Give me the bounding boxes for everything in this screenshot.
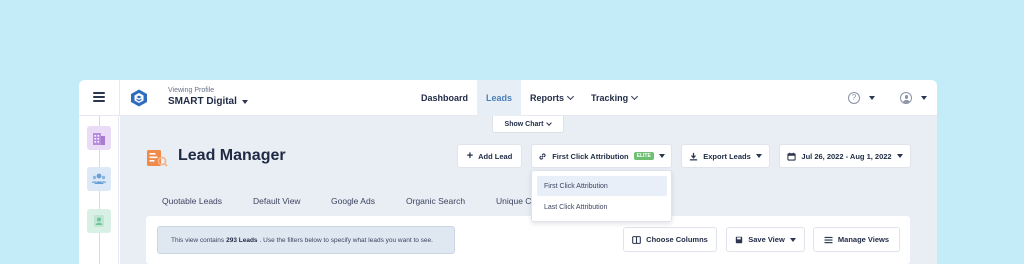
- link-icon: [539, 152, 546, 160]
- building-icon: [93, 133, 105, 145]
- main-nav: Dashboard Leads Reports Tracking: [412, 80, 646, 116]
- add-lead-label: Add Lead: [478, 151, 513, 161]
- users-icon: [91, 173, 107, 184]
- leads-count-notice: This view contains 293 Leads . Use the f…: [157, 226, 455, 254]
- date-range-picker[interactable]: Jul 26, 2022 - Aug 1, 2022: [779, 144, 911, 168]
- page-title: Lead Manager: [178, 147, 286, 164]
- save-icon: [736, 236, 743, 243]
- manage-views-button[interactable]: Manage Views: [813, 227, 900, 252]
- elite-badge: ELITE: [633, 152, 654, 160]
- save-view-button[interactable]: Save View: [726, 227, 805, 252]
- nav-dashboard-label: Dashboard: [421, 93, 469, 103]
- caret-down-icon: [241, 99, 248, 104]
- nav-leads[interactable]: Leads: [477, 80, 522, 116]
- content-panel: This view contains 293 Leads . Use the f…: [146, 216, 910, 264]
- caret-down-icon: [789, 237, 796, 242]
- show-chart-label: Show Chart: [504, 120, 544, 128]
- calendar-icon: [787, 152, 797, 161]
- nav-tracking[interactable]: Tracking: [582, 80, 646, 116]
- caret-down-icon: [896, 154, 903, 158]
- lead-manager-icon: [147, 150, 168, 167]
- choose-columns-label: Choose Columns: [646, 235, 708, 244]
- notice-suffix: . Use the filters below to specify what …: [259, 236, 433, 244]
- tab-default-view[interactable]: Default View: [253, 196, 301, 206]
- plus-icon: +: [466, 150, 474, 162]
- rail-item-contact[interactable]: [87, 209, 111, 233]
- add-lead-button[interactable]: + Add Lead: [457, 144, 522, 168]
- columns-icon: [632, 235, 642, 244]
- chevron-down-icon: [546, 119, 553, 126]
- chevron-down-icon: [567, 92, 575, 101]
- caret-down-icon: [755, 154, 762, 158]
- download-icon: [690, 152, 698, 160]
- chevron-down-icon: [631, 92, 639, 101]
- attribution-dropdown: First Click Attribution Last Click Attri…: [531, 170, 672, 222]
- notice-prefix: This view contains: [171, 236, 225, 244]
- nav-dashboard[interactable]: Dashboard: [412, 80, 477, 116]
- caret-down-icon: [658, 154, 665, 158]
- nav-reports[interactable]: Reports: [521, 80, 582, 116]
- tab-google-ads[interactable]: Google Ads: [331, 196, 375, 206]
- divider: [119, 80, 120, 116]
- profile-name: SMART Digital: [168, 96, 237, 107]
- profile-selector[interactable]: SMART Digital: [168, 96, 248, 107]
- leads-count: 293 Leads: [226, 236, 258, 244]
- logo-icon[interactable]: [130, 89, 148, 107]
- export-leads-label: Export Leads: [703, 151, 751, 161]
- nav-reports-label: Reports: [530, 93, 565, 103]
- contact-card-icon: [94, 215, 104, 227]
- rail-item-building[interactable]: [87, 126, 111, 150]
- export-leads-button[interactable]: Export Leads: [681, 144, 770, 168]
- caret-down-icon[interactable]: [921, 96, 927, 100]
- app-window: Viewing Profile SMART Digital Dashboard …: [79, 80, 937, 264]
- attribution-label: First Click Attribution: [552, 151, 629, 161]
- menu-icon[interactable]: [93, 92, 105, 102]
- top-bar: Viewing Profile SMART Digital Dashboard …: [79, 80, 937, 116]
- user-icon[interactable]: [900, 92, 912, 104]
- help-icon[interactable]: ?: [848, 92, 860, 104]
- profile-label: Viewing Profile: [168, 87, 215, 94]
- tab-quotable-leads[interactable]: Quotable Leads: [162, 196, 222, 206]
- attribution-selector[interactable]: First Click Attribution ELITE: [531, 144, 672, 168]
- list-icon: [824, 236, 833, 243]
- save-view-label: Save View: [748, 235, 785, 244]
- manage-views-label: Manage Views: [837, 235, 890, 244]
- option-first-click[interactable]: First Click Attribution: [537, 176, 667, 196]
- nav-leads-label: Leads: [486, 93, 513, 103]
- tab-organic-search[interactable]: Organic Search: [406, 196, 465, 206]
- rail-item-users[interactable]: [87, 167, 111, 191]
- choose-columns-button[interactable]: Choose Columns: [623, 227, 717, 252]
- left-rail: [79, 116, 119, 264]
- caret-down-icon[interactable]: [869, 96, 875, 100]
- date-range-label: Jul 26, 2022 - Aug 1, 2022: [801, 151, 892, 161]
- option-last-click[interactable]: Last Click Attribution: [537, 197, 667, 217]
- tab-unique[interactable]: Unique C: [496, 196, 531, 206]
- nav-tracking-label: Tracking: [591, 93, 629, 103]
- show-chart-button[interactable]: Show Chart: [492, 116, 564, 133]
